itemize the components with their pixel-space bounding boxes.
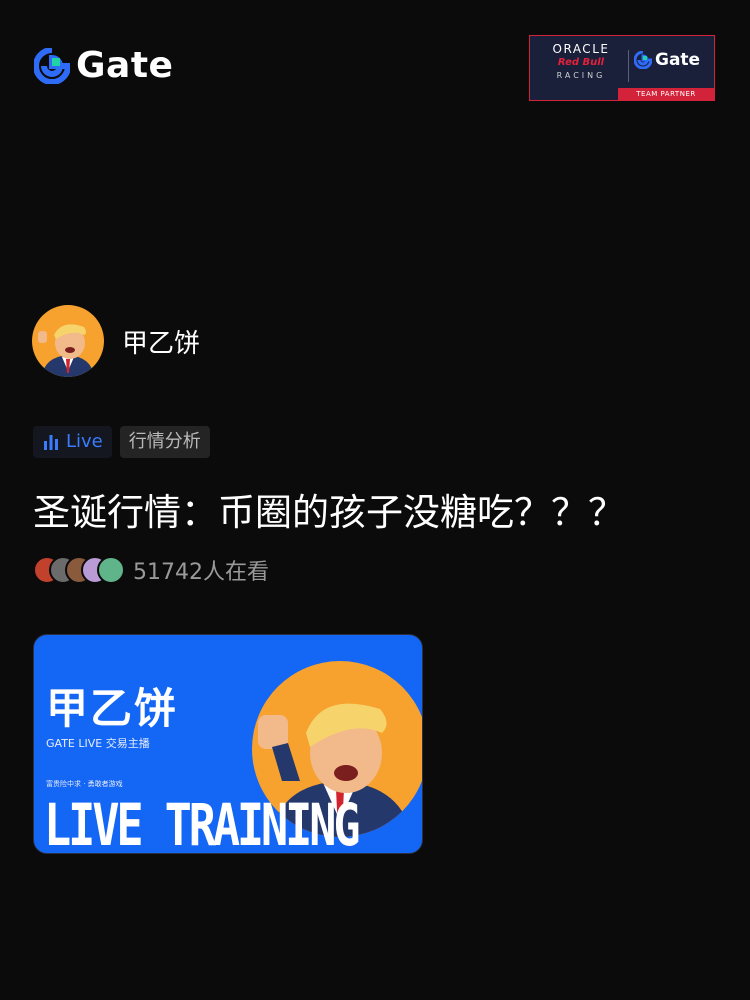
cover-host-name: 甲乙饼 bbox=[46, 684, 179, 733]
racing-text: RACING bbox=[556, 71, 606, 80]
partner-divider bbox=[628, 50, 629, 82]
viewer-count: 51742人在看 bbox=[133, 560, 269, 585]
live-cover-card[interactable]: 甲乙饼 GATE LIVE 交易主播 富贵险中求 · 勇敢者游戏 LIVE TR… bbox=[33, 634, 423, 854]
redbull-text: Red Bull bbox=[557, 57, 605, 68]
oracle-redbull-logo: ORACLE Red Bull RACING bbox=[538, 42, 624, 88]
brand-name: Gate bbox=[76, 45, 174, 86]
tag-live-label: Live bbox=[66, 431, 103, 452]
live-title: 圣诞行情：币圈的孩子没糖吃？？？ bbox=[33, 491, 625, 534]
partner-gate-name: Gate bbox=[655, 50, 701, 70]
cover-subtitle: GATE LIVE 交易主播 bbox=[46, 737, 150, 750]
tag-list: Live 行情分析 bbox=[33, 426, 210, 458]
tag-live[interactable]: Live bbox=[33, 426, 112, 458]
host-info[interactable]: 甲乙饼 bbox=[32, 305, 200, 377]
host-name[interactable]: 甲乙饼 bbox=[122, 323, 200, 360]
viewer-avatar bbox=[97, 556, 125, 584]
live-room-page: Gate ORACLE Red Bull RACING Gate TEAM PA… bbox=[0, 0, 750, 1000]
team-partner-strip: TEAM PARTNER bbox=[618, 88, 714, 100]
cover-tagline: 富贵险中求 · 勇敢者游戏 bbox=[46, 780, 123, 788]
partner-gate-logo: Gate bbox=[634, 50, 700, 70]
oracle-text: ORACLE bbox=[552, 42, 610, 56]
gate-logo-icon bbox=[34, 48, 70, 84]
viewer-summary: 51742人在看 bbox=[33, 554, 269, 586]
gate-logo-icon bbox=[634, 51, 652, 69]
team-partner-banner: ORACLE Red Bull RACING Gate TEAM PARTNER bbox=[529, 35, 715, 101]
viewer-avatar-stack bbox=[33, 556, 125, 584]
tag-category[interactable]: 行情分析 bbox=[119, 426, 210, 458]
tag-category-label: 行情分析 bbox=[128, 431, 201, 452]
host-avatar[interactable] bbox=[32, 305, 104, 377]
cover-live-training-text: LIVE TRAINING bbox=[44, 791, 361, 854]
bar-chart-icon bbox=[44, 435, 58, 450]
gate-logo: Gate bbox=[34, 46, 173, 86]
host-portrait-icon bbox=[38, 324, 94, 377]
